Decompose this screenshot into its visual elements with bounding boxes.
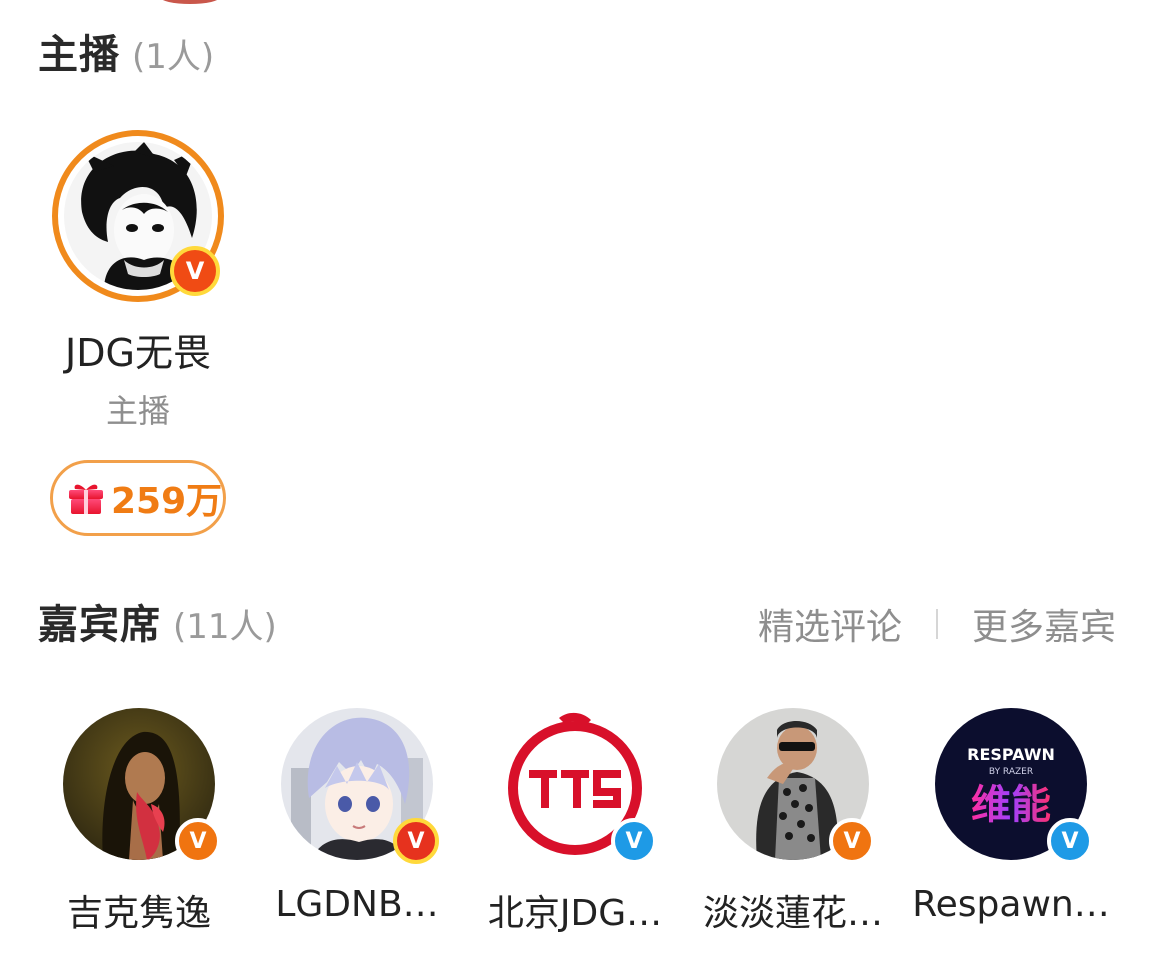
guest-name: 北京JDG… bbox=[487, 893, 663, 934]
guest-name: Respawn… bbox=[912, 884, 1110, 925]
featured-comments-link[interactable]: 精选评论 bbox=[758, 598, 902, 650]
guest-avatar[interactable]: RESPAWN BY RAZER 维能 V bbox=[935, 708, 1093, 864]
guest-count: (11人) bbox=[173, 607, 277, 647]
host-avatar[interactable]: V bbox=[52, 130, 224, 302]
verified-badge-icon: V bbox=[393, 818, 439, 864]
gift-value-button[interactable]: 259万 bbox=[50, 460, 226, 536]
gift-icon bbox=[69, 484, 103, 514]
guest-item[interactable]: V 吉克隽逸 bbox=[30, 708, 248, 936]
verified-badge-icon: V bbox=[1047, 818, 1093, 864]
guest-avatar[interactable]: V bbox=[717, 708, 875, 864]
guest-item[interactable]: RESPAWN BY RAZER 维能 V Respawn… bbox=[902, 708, 1120, 925]
host-count: (1人) bbox=[132, 37, 215, 77]
respawn-cn: 维能 bbox=[971, 782, 1051, 828]
respawn-sub: BY RAZER bbox=[989, 767, 1033, 777]
host-section-title: 主播 bbox=[38, 32, 120, 78]
verified-badge-icon: V bbox=[829, 818, 875, 864]
guest-avatar[interactable]: V bbox=[499, 708, 657, 864]
gift-value: 259万 bbox=[111, 481, 223, 522]
host-role-label: 主播 bbox=[105, 392, 170, 430]
guest-avatar[interactable]: V bbox=[281, 708, 439, 864]
guest-name: 淡淡蓮花… bbox=[702, 893, 883, 934]
guest-item[interactable]: V LGDNB… bbox=[248, 708, 466, 925]
guest-item[interactable]: V 北京JDG… bbox=[466, 708, 684, 936]
guest-header-actions: 精选评论 更多嘉宾 bbox=[758, 598, 1116, 650]
more-guests-link[interactable]: 更多嘉宾 bbox=[972, 598, 1116, 650]
respawn-brand: RESPAWN bbox=[967, 745, 1055, 764]
guest-section-title: 嘉宾席 bbox=[38, 602, 161, 648]
previous-avatar-edge bbox=[160, 0, 220, 4]
verified-badge-icon: V bbox=[175, 818, 221, 864]
host-name[interactable]: JDG无畏 bbox=[0, 322, 276, 377]
guest-avatar[interactable]: V bbox=[63, 708, 221, 864]
host-section-header: 主播 (1人) bbox=[38, 22, 214, 80]
verified-badge-icon: V bbox=[611, 818, 657, 864]
guest-name: LGDNB… bbox=[275, 884, 439, 925]
guest-section-header: 嘉宾席 (11人) bbox=[38, 592, 277, 650]
verified-badge-icon: V bbox=[170, 246, 220, 296]
actions-divider bbox=[935, 609, 938, 639]
guest-item[interactable]: V 淡淡蓮花… bbox=[684, 708, 902, 936]
guest-name: 吉克隽逸 bbox=[66, 893, 211, 934]
